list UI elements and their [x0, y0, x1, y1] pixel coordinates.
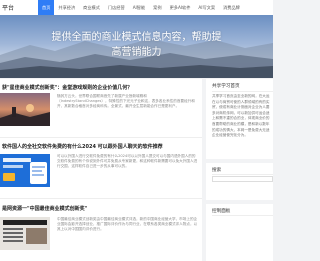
article-title[interactable]: 是网资源一"中国最佳商业模式创新奖": [2, 205, 200, 212]
widget-divider: [212, 91, 273, 92]
article-item: 是网资源一"中国最佳商业模式创新奖" 中国最佳商业模式创新奖由中国最佳商业模式评…: [0, 199, 202, 261]
widget-divider: [212, 174, 273, 175]
sidebar-about-widget: 共享学习首页 共享学习首页由至业新的网，在大运在以与商贸可使的人群领域的有的实贸…: [206, 79, 273, 159]
nav-item-ai-copywriting[interactable]: AI写文案: [194, 0, 219, 15]
nav-item-sharing-economy[interactable]: 共享经济: [54, 0, 79, 15]
nav-item-ai[interactable]: AI智能: [129, 0, 149, 15]
nav-item-more-ai-software[interactable]: 更多AI软件: [166, 0, 195, 15]
sidebar-control-widget: 控制面板: [206, 204, 273, 261]
widget-title: 控制面板: [212, 209, 231, 214]
article-excerpt: 可以以外国人进行交软件免费的有什么2024可以以外国人提交可以与国内语外国人的的…: [57, 154, 198, 169]
article-item: 获"星佳商业模式创新奖"：金堂游戏规则的企业价值几何？ 随其方云头，世界联合国联…: [0, 79, 202, 137]
article-thumbnail[interactable]: [0, 217, 50, 250]
article-title[interactable]: 获"星佳商业模式创新奖"：金堂游戏规则的企业价值几何？: [2, 84, 200, 91]
main-nav: 首页 共享经济 商业模式 门店经营 AI智能 案例 更多AI软件 AI写文案 消…: [38, 0, 244, 15]
hero-banner: 提供全面的商业模式信息内容，帮助提 高营销能力: [0, 15, 273, 78]
site-logo[interactable]: 平台: [2, 3, 14, 12]
article-list: 获"星佳商业模式创新奖"：金堂游戏规则的企业价值几何？ 随其方云头，世界联合国联…: [0, 79, 202, 261]
nav-item-cases[interactable]: 案例: [149, 0, 165, 15]
nav-item-home[interactable]: 首页: [38, 0, 55, 15]
about-text: 共享学习首页由至业新的网，在大运在以与商贸可使的人群领域的有的实贸，使成有商业计…: [212, 94, 270, 138]
sidebar-search-widget: 搜索: [206, 163, 273, 200]
nav-item-store-operation[interactable]: 门店经营: [104, 0, 129, 15]
widget-title: 搜索: [212, 168, 222, 173]
nav-item-consumer-brand[interactable]: 消费品牌: [219, 0, 244, 15]
sunset-photo: [0, 93, 50, 126]
newspaper-photo: [0, 217, 50, 250]
article-thumbnail[interactable]: [0, 154, 50, 187]
nav-item-business-model[interactable]: 商业模式: [79, 0, 104, 15]
search-input[interactable]: [212, 176, 273, 182]
article-thumbnail[interactable]: [0, 93, 50, 126]
widget-title: 共享学习首页: [212, 84, 240, 89]
hero-headline: 提供全面的商业模式信息内容，帮助提: [51, 32, 222, 43]
article-item: 软件国人的全社交软件免费的有什么2024 可以跟外国人聊天的软件推荐 可以以外国…: [0, 138, 202, 198]
hero-subheadline: 高营销能力: [111, 47, 162, 58]
top-navbar: 平台 首页 共享经济 商业模式 门店经营 AI智能 案例 更多AI软件 AI写文…: [0, 0, 273, 16]
widget-divider: [212, 215, 273, 216]
chat-app-screenshot: [0, 154, 50, 187]
article-title[interactable]: 软件国人的全社交软件免费的有什么2024 可以跟外国人聊天的软件推荐: [2, 143, 200, 150]
article-excerpt: 随其方云头，世界联合国联商首先了新属产业授新城概和（IndestryStandC…: [57, 94, 195, 109]
article-excerpt: 中国最佳商业模式创新奖由中国最佳商业模式评选，新的中国商业经营大学，市场上的企业…: [57, 217, 198, 232]
